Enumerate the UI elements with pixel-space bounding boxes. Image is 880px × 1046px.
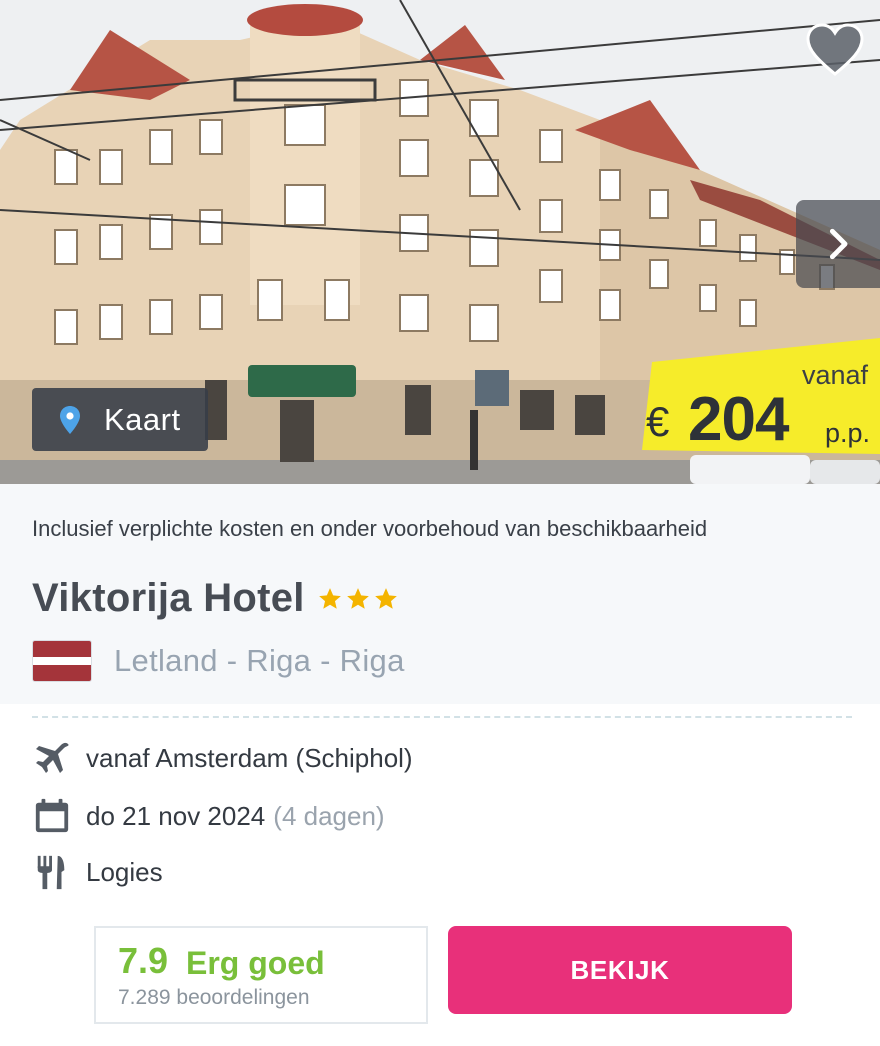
view-button[interactable]: BEKIJK	[448, 926, 792, 1014]
review-rating-box[interactable]: 7.9 Erg goed 7.289 beoordelingen	[94, 926, 428, 1024]
star-rating	[317, 586, 399, 612]
flight-departure: vanaf Amsterdam (Schiphol)	[86, 742, 413, 773]
flight-detail: vanaf Amsterdam (Schiphol)	[32, 738, 413, 778]
board-type: Logies	[86, 856, 163, 887]
review-score-label: Erg goed	[186, 945, 325, 981]
next-photo-button[interactable]	[796, 200, 880, 288]
airplane-icon	[32, 738, 72, 778]
location-text: Letland - Riga - Riga	[114, 643, 405, 678]
star-icon	[318, 587, 341, 609]
trip-duration: (4 dagen)	[273, 800, 385, 831]
map-button-label: Kaart	[104, 401, 181, 437]
star-icon	[374, 587, 397, 609]
price-disclaimer: Inclusief verplichte kosten en onder voo…	[32, 516, 708, 541]
hotel-location: Letland - Riga - Riga	[32, 640, 405, 682]
board-detail: Logies	[32, 852, 163, 892]
price-currency: €	[646, 398, 670, 445]
review-score: 7.9	[118, 940, 169, 981]
hotel-title-row: Viktorija Hotel	[32, 576, 399, 621]
star-icon	[346, 587, 369, 609]
review-count: 7.289 beoordelingen	[118, 986, 310, 1009]
latvia-flag-icon	[32, 640, 92, 682]
hotel-info-section: Inclusief verplichte kosten en onder voo…	[0, 484, 880, 704]
favorite-button[interactable]	[804, 22, 866, 78]
calendar-icon	[32, 796, 72, 836]
hotel-photo[interactable]: Kaart vanaf € 204 p.p.	[0, 0, 880, 484]
heart-icon	[806, 23, 864, 76]
map-pin-icon	[60, 405, 80, 434]
price-tag: vanaf € 204 p.p.	[642, 338, 880, 454]
chevron-right-icon	[829, 228, 848, 260]
map-button[interactable]: Kaart	[32, 388, 208, 451]
price-from-label: vanaf	[801, 360, 868, 390]
dashed-divider	[32, 716, 852, 718]
cutlery-icon	[32, 852, 72, 892]
price-per-person: p.p.	[824, 418, 870, 448]
departure-date: do 21 nov 2024	[86, 800, 266, 831]
hotel-name[interactable]: Viktorija Hotel	[32, 576, 305, 621]
price-amount: 204	[688, 385, 789, 454]
date-detail: do 21 nov 2024 (4 dagen)	[32, 796, 385, 836]
